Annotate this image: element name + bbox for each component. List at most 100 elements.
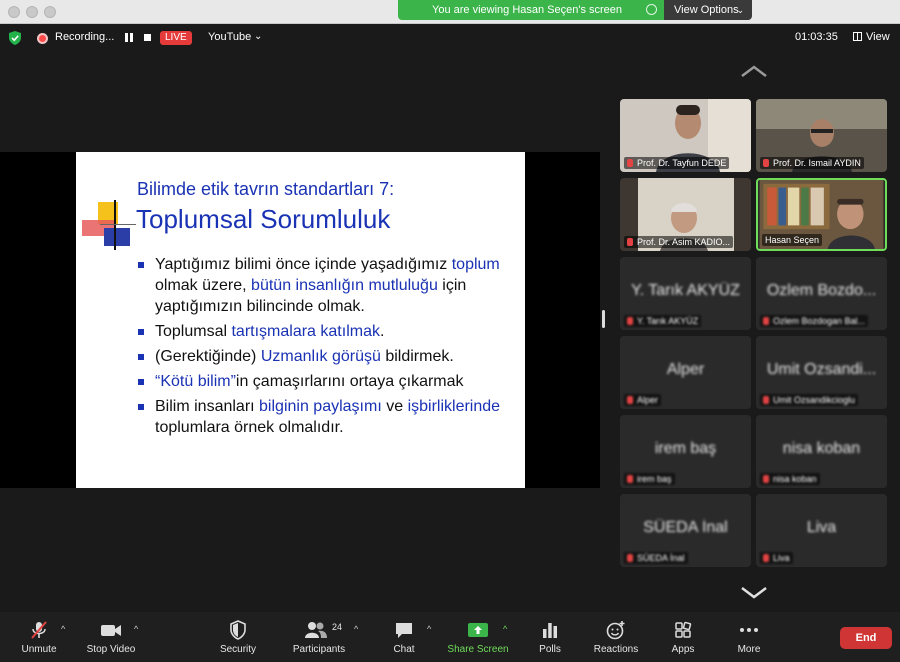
slide-bullet: Yaptığımız bilimi önce içinde yaşadığımı…: [138, 254, 518, 317]
apps-label: Apps: [671, 644, 695, 655]
view-label: View: [866, 31, 890, 43]
muted-mic-icon: [627, 475, 633, 483]
participant-tile[interactable]: Prof. Dr. Ismail AYDIN: [756, 99, 887, 172]
chat-label: Chat: [393, 644, 415, 655]
pause-recording-icon[interactable]: [125, 33, 133, 42]
polls-bar-chart-icon: [543, 623, 557, 638]
muted-mic-icon: [627, 159, 633, 167]
share-options-caret-icon[interactable]: ^: [503, 624, 507, 634]
minimize-window-button[interactable]: [26, 6, 38, 18]
view-button[interactable]: View: [853, 31, 890, 43]
unmute-label: Unmute: [21, 644, 57, 655]
participant-name: irem baş: [624, 473, 675, 485]
participant-tile[interactable]: irem baş irem baş: [620, 415, 751, 488]
chat-options-caret-icon[interactable]: ^: [427, 624, 431, 634]
split-view-resize-handle[interactable]: [602, 310, 605, 328]
participant-tile[interactable]: nisa koban nisa koban: [756, 415, 887, 488]
reactions-button[interactable]: Reactions: [592, 620, 640, 655]
reactions-smiley-icon: [606, 621, 625, 640]
participants-label: Participants: [292, 644, 346, 655]
end-meeting-button[interactable]: End: [840, 627, 892, 649]
presentation-slide: Bilimde etik tavrın standartları 7: Topl…: [76, 152, 525, 488]
live-badge: LIVE: [160, 31, 192, 45]
participant-count: 24: [332, 622, 343, 632]
recording-status: Recording...: [55, 31, 115, 43]
close-window-button[interactable]: [8, 6, 20, 18]
participant-tile[interactable]: Alper Alper: [620, 336, 751, 409]
participant-name: Prof. Dr. Asim KADIO...: [624, 236, 734, 248]
recording-icon: [37, 33, 48, 44]
slide-bullet: Bilim insanları bilginin paylaşımı ve iş…: [138, 396, 518, 438]
participant-display-name: Ozlem Bozdo...: [766, 282, 877, 299]
participant-name: Ozlem Bozdogan Bal...: [760, 315, 869, 327]
muted-mic-icon: [627, 238, 633, 246]
reactions-label: Reactions: [593, 644, 639, 655]
gallery-next-page-icon[interactable]: [740, 586, 768, 600]
participant-tile[interactable]: Prof. Dr. Asim KADIO...: [620, 178, 751, 251]
participant-name: Prof. Dr. Tayfun DEDE: [624, 157, 730, 169]
muted-mic-icon: [763, 317, 769, 325]
participant-tile[interactable]: Prof. Dr. Tayfun DEDE: [620, 99, 751, 172]
chat-button[interactable]: Chat: [390, 620, 418, 655]
gallery-prev-page-icon[interactable]: [740, 64, 768, 78]
more-label: More: [737, 644, 761, 655]
muted-microphone-icon: [31, 621, 47, 639]
participant-tile[interactable]: Umit Ozsandi... Umit Ozsandikcioglu: [756, 336, 887, 409]
participant-tile[interactable]: Liva Liva: [756, 494, 887, 567]
participants-button[interactable]: 24 Participants: [290, 620, 348, 655]
video-options-caret-icon[interactable]: ^: [134, 624, 138, 634]
apps-button[interactable]: Apps: [668, 620, 698, 655]
audio-options-caret-icon[interactable]: ^: [61, 624, 65, 634]
participant-name: nisa koban: [760, 473, 820, 485]
participant-name: Umit Ozsandikcioglu: [760, 394, 859, 406]
participant-name: Hasan Seçen: [762, 234, 823, 246]
participants-icon: [305, 622, 327, 638]
stop-video-button[interactable]: Stop Video: [84, 620, 138, 655]
participants-options-caret-icon[interactable]: ^: [354, 624, 358, 634]
muted-mic-icon: [763, 475, 769, 483]
view-options-label: View Options: [674, 4, 739, 16]
muted-mic-icon: [627, 396, 633, 404]
polls-button[interactable]: Polls: [534, 620, 566, 655]
security-button[interactable]: Security: [218, 620, 258, 655]
participant-tile[interactable]: SÜEDA İnal SÜEDA İnal: [620, 494, 751, 567]
share-status-icon: [646, 4, 657, 15]
zoom-window-button[interactable]: [44, 6, 56, 18]
unmute-button[interactable]: Unmute: [18, 620, 60, 655]
stream-target-label[interactable]: YouTube: [208, 31, 251, 43]
participant-name: Alper: [624, 394, 662, 406]
muted-mic-icon: [763, 159, 769, 167]
participant-tile-active-speaker[interactable]: Hasan Seçen: [756, 178, 887, 251]
muted-mic-icon: [763, 396, 769, 404]
viewing-screen-banner: You are viewing Hasan Seçen's screen: [398, 0, 664, 20]
chevron-down-icon[interactable]: ⌄: [254, 31, 262, 42]
more-button[interactable]: More: [734, 620, 764, 655]
share-screen-button[interactable]: Share Screen: [446, 620, 510, 655]
participant-display-name: Y. Tarık AKYÜZ: [631, 282, 740, 299]
share-screen-arrow-icon: [468, 623, 488, 637]
meeting-toolbar: Unmute ^ Stop Video ^ Security 24 Partic…: [0, 612, 900, 662]
participant-name: Liva: [760, 552, 793, 564]
participant-display-name: irem baş: [654, 440, 717, 457]
participant-display-name: Umit Ozsandi...: [766, 361, 877, 378]
participant-name: Prof. Dr. Ismail AYDIN: [760, 157, 864, 169]
encryption-shield-icon[interactable]: [9, 31, 21, 45]
stop-video-label: Stop Video: [86, 644, 136, 655]
security-label: Security: [219, 644, 257, 655]
muted-mic-icon: [627, 317, 633, 325]
participant-tile[interactable]: Ozlem Bozdo... Ozlem Bozdogan Bal...: [756, 257, 887, 330]
participant-display-name: SÜEDA İnal: [643, 519, 728, 536]
security-shield-icon: [230, 620, 246, 640]
participant-tile[interactable]: Y. Tarık AKYÜZ Y. Tarık AKYÜZ: [620, 257, 751, 330]
participant-display-name: nisa koban: [782, 440, 861, 457]
polls-label: Polls: [539, 644, 561, 655]
muted-mic-icon: [763, 554, 769, 562]
slide-bullet: (Gerektiğinde) Uzmanlık görüşü bildirmek…: [138, 346, 518, 367]
participant-name: Y. Tarık AKYÜZ: [624, 315, 702, 327]
apps-icon: [675, 621, 692, 638]
stop-recording-icon[interactable]: [144, 34, 151, 41]
chat-bubble-icon: [396, 623, 412, 638]
view-layout-icon: [853, 32, 862, 41]
share-screen-label: Share Screen: [447, 644, 509, 655]
view-options-button[interactable]: View Options ⌄: [664, 0, 752, 20]
